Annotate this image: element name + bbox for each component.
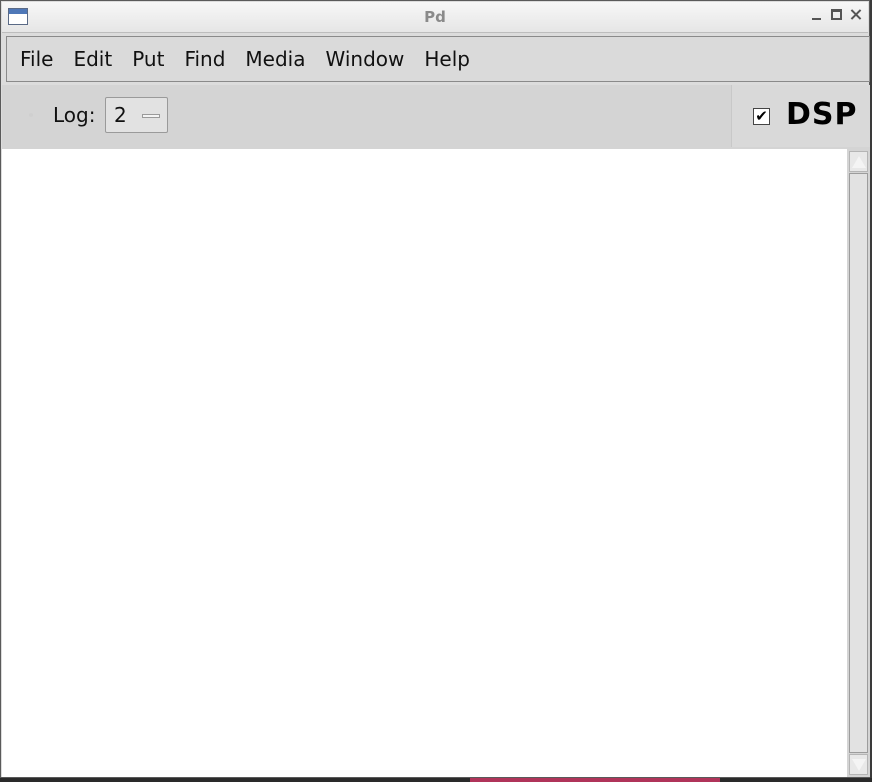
log-label: Log:	[53, 103, 96, 127]
taskbar-accent	[470, 778, 720, 782]
menu-put[interactable]: Put	[123, 42, 175, 76]
log-level-value: 2	[114, 103, 127, 127]
menu-find[interactable]: Find	[175, 42, 236, 76]
menu-media[interactable]: Media	[236, 42, 316, 76]
status-indicator	[29, 113, 33, 117]
console-scrollbar[interactable]	[847, 149, 870, 777]
arrow-up-icon	[852, 156, 866, 168]
menu-file[interactable]: File	[11, 42, 64, 76]
dsp-label[interactable]: DSP	[786, 97, 858, 132]
minimize-icon[interactable]	[811, 9, 823, 21]
menu-window[interactable]: Window	[317, 42, 416, 76]
dsp-control: ✔ DSP	[731, 85, 870, 147]
log-level-select[interactable]: 2	[105, 97, 168, 133]
window-controls	[811, 9, 862, 21]
window-title: Pd	[424, 8, 446, 26]
menu-bar: File Edit Put Find Media Window Help	[6, 36, 870, 82]
arrow-down-icon	[852, 759, 866, 771]
scroll-thumb[interactable]	[849, 173, 868, 753]
desktop-bottom-edge	[0, 778, 872, 782]
close-icon[interactable]	[850, 9, 862, 21]
console-output[interactable]	[2, 149, 847, 777]
scroll-down-button[interactable]	[849, 754, 868, 775]
menu-help[interactable]: Help	[415, 42, 481, 76]
title-bar[interactable]: Pd	[2, 2, 868, 33]
maximize-icon[interactable]	[831, 9, 842, 20]
pd-main-window: Pd File Edit Put Find Media Window Help …	[0, 0, 870, 778]
toolbar: Log: 2 ✔ DSP	[2, 85, 870, 149]
dsp-checkbox[interactable]: ✔	[753, 108, 770, 125]
scroll-up-button[interactable]	[849, 151, 868, 172]
dropdown-indicator-icon	[142, 114, 160, 118]
menu-edit[interactable]: Edit	[64, 42, 123, 76]
